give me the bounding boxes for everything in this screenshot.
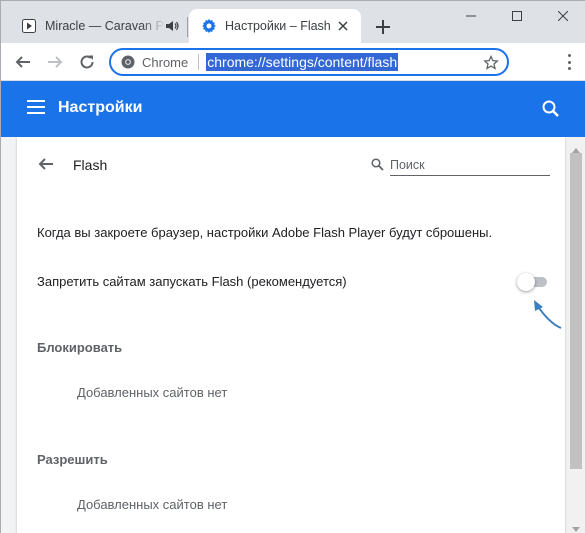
site-label: Chrome xyxy=(142,54,189,70)
scroll-thumb[interactable] xyxy=(570,153,582,469)
menu-dots-icon[interactable] xyxy=(561,54,577,70)
chrome-logo-icon xyxy=(121,55,135,69)
back-arrow-icon[interactable] xyxy=(37,155,55,173)
toggle-knob xyxy=(517,273,535,291)
tab-title: Miracle — Caravan Palace xyxy=(45,19,165,33)
tab-separator xyxy=(187,17,188,37)
tab-strip: Miracle — Caravan Palace Настройки – Fla… xyxy=(1,1,585,43)
allow-empty-message: Добавленных сайтов нет xyxy=(77,497,228,512)
tab-miracle[interactable]: Miracle — Caravan Palace xyxy=(9,9,187,43)
back-arrow-icon[interactable] xyxy=(11,50,35,74)
url-text[interactable]: chrome://settings/content/flash xyxy=(206,53,399,71)
block-flash-label: Запретить сайтам запускать Flash (рекоме… xyxy=(37,274,347,289)
scrollbar[interactable] xyxy=(567,137,585,533)
browser-toolbar: Chrome chrome://settings/content/flash xyxy=(1,43,585,81)
play-icon xyxy=(21,18,37,34)
tab-settings-flash[interactable]: Настройки – Flash xyxy=(189,9,361,43)
reload-icon[interactable] xyxy=(75,50,99,74)
browser-window: Miracle — Caravan Palace Настройки – Fla… xyxy=(0,0,585,533)
flash-settings-card: Flash Когда вы закроете браузер, настрой… xyxy=(17,137,565,533)
page-title: Настройки xyxy=(58,99,143,116)
settings-header: Настройки xyxy=(1,81,585,137)
block-section-heading: Блокировать xyxy=(37,340,123,355)
maximize-icon[interactable] xyxy=(494,1,540,31)
reset-notice: Когда вы закроете браузер, настройки Ado… xyxy=(37,225,493,240)
search-icon xyxy=(371,158,384,171)
tab-title: Настройки – Flash xyxy=(225,19,331,33)
speaker-icon[interactable] xyxy=(165,19,179,33)
search-icon[interactable] xyxy=(541,99,561,119)
hamburger-icon[interactable] xyxy=(27,100,45,114)
block-empty-message: Добавленных сайтов нет xyxy=(77,385,228,400)
star-icon[interactable] xyxy=(483,54,499,71)
address-bar[interactable]: Chrome chrome://settings/content/flash xyxy=(109,48,509,76)
scroll-up-icon[interactable] xyxy=(571,141,581,153)
close-icon[interactable] xyxy=(335,18,351,34)
window-close-icon[interactable] xyxy=(540,1,585,31)
annotation-arrow xyxy=(534,300,562,329)
block-flash-toggle[interactable] xyxy=(517,273,549,291)
subpage-title: Flash xyxy=(73,157,108,173)
scroll-down-icon[interactable] xyxy=(571,521,581,532)
allow-section-heading: Разрешить xyxy=(37,452,108,467)
search-input[interactable] xyxy=(390,154,550,176)
gear-icon xyxy=(201,18,217,34)
new-tab-icon[interactable] xyxy=(371,15,395,39)
minimize-icon[interactable] xyxy=(448,1,494,31)
address-divider xyxy=(198,54,200,70)
forward-arrow-icon[interactable] xyxy=(43,50,67,74)
